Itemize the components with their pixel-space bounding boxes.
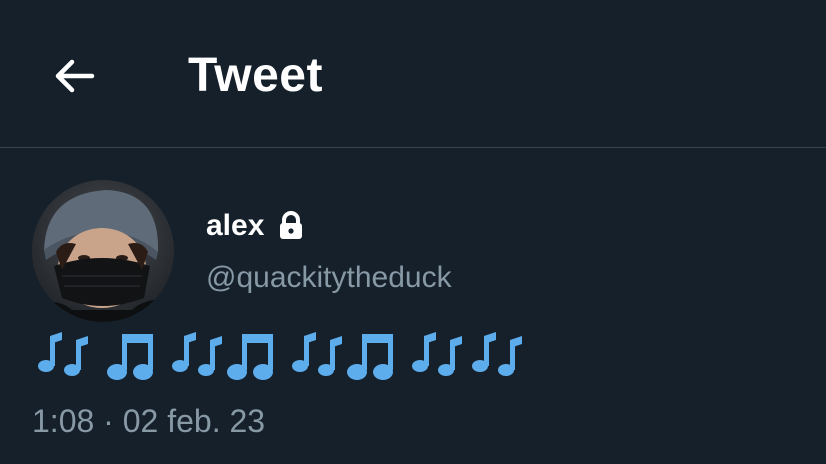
lock-icon [278,211,304,241]
tweet-text [32,326,526,386]
multiple-musical-notes-icon [466,326,526,386]
page-title: Tweet [188,49,323,102]
arrow-left-icon [55,59,95,93]
author-display-name[interactable]: alex [206,209,264,243]
musical-note-icon [226,326,286,386]
musical-note-icon [106,326,166,386]
multiple-musical-notes-icon [406,326,466,386]
tweet-timestamp[interactable]: 1:08 · 02 feb. 23 [32,400,265,442]
multiple-musical-notes-icon [286,326,346,386]
avatar-photo [32,180,174,322]
top-bar: Tweet [0,0,826,148]
avatar[interactable] [32,180,174,322]
musical-note-icon [346,326,406,386]
multiple-musical-notes-icon [32,326,92,386]
multiple-musical-notes-icon [166,326,226,386]
back-button[interactable] [46,48,102,104]
author-handle[interactable]: @quackitytheduck [206,258,452,298]
author-name-row[interactable]: alex [206,206,304,246]
